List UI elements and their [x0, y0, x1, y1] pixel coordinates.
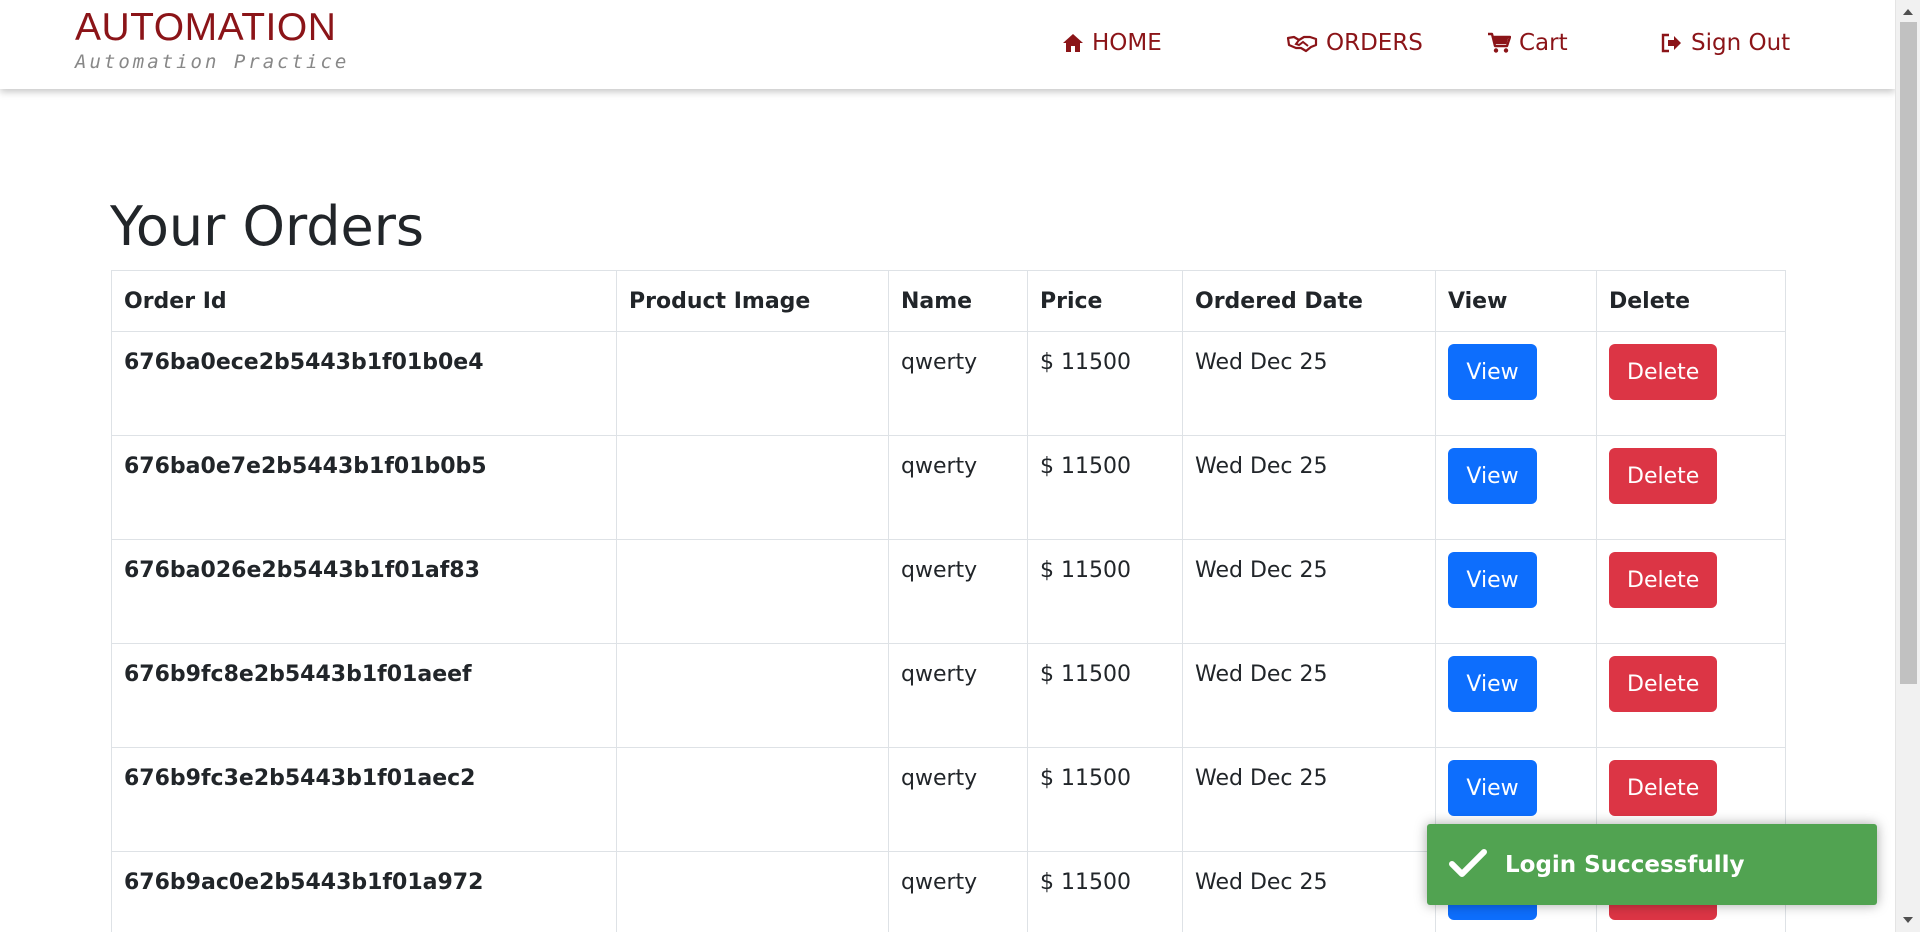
ordered-date-cell: Wed Dec 25: [1182, 539, 1436, 644]
nav-signout-link[interactable]: Sign Out: [1661, 28, 1790, 58]
sign-out-icon: [1661, 33, 1683, 53]
header-view: View: [1435, 270, 1597, 332]
scrollbar-thumb[interactable]: [1900, 22, 1917, 684]
toast-message: Login Successfully: [1505, 851, 1745, 878]
table-row: 676ba026e2b5443b1f01af83 qwerty $ 11500 Wed…: [111, 539, 1786, 644]
order-id-cell: 676b9fc8e2b5443b1f01aeef: [111, 643, 617, 748]
nav-orders-label: ORDERS: [1326, 30, 1423, 56]
product-image-cell: [616, 851, 889, 932]
order-id-cell: 676ba026e2b5443b1f01af83: [111, 539, 617, 644]
price-cell: $ 11500: [1027, 643, 1183, 748]
delete-button[interactable]: Delete: [1609, 760, 1717, 816]
handshake-icon: [1286, 33, 1318, 53]
delete-cell: Delete: [1596, 539, 1786, 644]
login-success-toast[interactable]: Login Successfully: [1427, 824, 1877, 905]
nav-cart-link[interactable]: Cart: [1487, 28, 1568, 58]
ordered-date-cell: Wed Dec 25: [1182, 331, 1436, 436]
view-cell: View: [1435, 643, 1597, 748]
header-price: Price: [1027, 270, 1183, 332]
ordered-date-cell: Wed Dec 25: [1182, 851, 1436, 932]
delete-cell: Delete: [1596, 331, 1786, 436]
product-name-cell: qwerty: [888, 643, 1028, 748]
header-order-id: Order Id: [111, 270, 617, 332]
order-id-cell: 676b9ac0e2b5443b1f01a972: [111, 851, 617, 932]
ordered-date-cell: Wed Dec 25: [1182, 747, 1436, 852]
header-delete: Delete: [1596, 270, 1786, 332]
header-product-image: Product Image: [616, 270, 889, 332]
price-cell: $ 11500: [1027, 331, 1183, 436]
table-header-row: Order Id Product Image Name Price Ordere…: [111, 270, 1786, 332]
product-image-cell: [616, 539, 889, 644]
check-icon: [1449, 848, 1487, 882]
view-button[interactable]: View: [1448, 760, 1537, 816]
top-navbar: AUTOMATION Automation Practice HOME ORDE…: [0, 0, 1895, 89]
delete-cell: Delete: [1596, 435, 1786, 540]
product-name-cell: qwerty: [888, 331, 1028, 436]
delete-button[interactable]: Delete: [1609, 448, 1717, 504]
price-cell: $ 11500: [1027, 747, 1183, 852]
header-ordered-date: Ordered Date: [1182, 270, 1436, 332]
product-name-cell: qwerty: [888, 747, 1028, 852]
price-cell: $ 11500: [1027, 435, 1183, 540]
order-id-cell: 676ba0ece2b5443b1f01b0e4: [111, 331, 617, 436]
product-image-cell: [616, 747, 889, 852]
price-cell: $ 11500: [1027, 539, 1183, 644]
product-name-cell: qwerty: [888, 539, 1028, 644]
brand-logo[interactable]: AUTOMATION Automation Practice: [75, 6, 349, 73]
view-button[interactable]: View: [1448, 552, 1537, 608]
product-image-cell: [616, 643, 889, 748]
view-button[interactable]: View: [1448, 448, 1537, 504]
scroll-down-arrow[interactable]: [1903, 917, 1913, 923]
product-image-cell: [616, 331, 889, 436]
table-row: 676b9fc8e2b5443b1f01aeef qwerty $ 11500 Wed…: [111, 643, 1786, 748]
product-name-cell: qwerty: [888, 851, 1028, 932]
header-name: Name: [888, 270, 1028, 332]
table-row: 676ba0e7e2b5443b1f01b0b5 qwerty $ 11500 Wed…: [111, 435, 1786, 540]
ordered-date-cell: Wed Dec 25: [1182, 435, 1436, 540]
brand-subtitle: Automation Practice: [75, 51, 350, 73]
order-id-cell: 676b9fc3e2b5443b1f01aec2: [111, 747, 617, 852]
home-icon: [1062, 33, 1084, 53]
ordered-date-cell: Wed Dec 25: [1182, 643, 1436, 748]
scroll-up-arrow[interactable]: [1903, 9, 1913, 15]
brand-title: AUTOMATION: [75, 6, 337, 49]
product-name-cell: qwerty: [888, 435, 1028, 540]
vertical-scrollbar[interactable]: [1895, 0, 1920, 932]
nav-cart-label: Cart: [1519, 30, 1568, 56]
order-id-cell: 676ba0e7e2b5443b1f01b0b5: [111, 435, 617, 540]
nav-home-link[interactable]: HOME: [1062, 28, 1162, 58]
view-cell: View: [1435, 435, 1597, 540]
nav-home-label: HOME: [1092, 30, 1162, 56]
price-cell: $ 11500: [1027, 851, 1183, 932]
nav-signout-label: Sign Out: [1691, 30, 1791, 56]
delete-button[interactable]: Delete: [1609, 656, 1717, 712]
view-button[interactable]: View: [1448, 344, 1537, 400]
product-image-cell: [616, 435, 889, 540]
page-title: Your Orders: [110, 195, 425, 258]
cart-icon: [1487, 32, 1511, 54]
view-cell: View: [1435, 539, 1597, 644]
delete-button[interactable]: Delete: [1609, 344, 1717, 400]
view-cell: View: [1435, 331, 1597, 436]
view-button[interactable]: View: [1448, 656, 1537, 712]
delete-cell: Delete: [1596, 643, 1786, 748]
table-row: 676ba0ece2b5443b1f01b0e4 qwerty $ 11500 Wed…: [111, 331, 1786, 436]
delete-button[interactable]: Delete: [1609, 552, 1717, 608]
nav-orders-link[interactable]: ORDERS: [1286, 28, 1423, 58]
